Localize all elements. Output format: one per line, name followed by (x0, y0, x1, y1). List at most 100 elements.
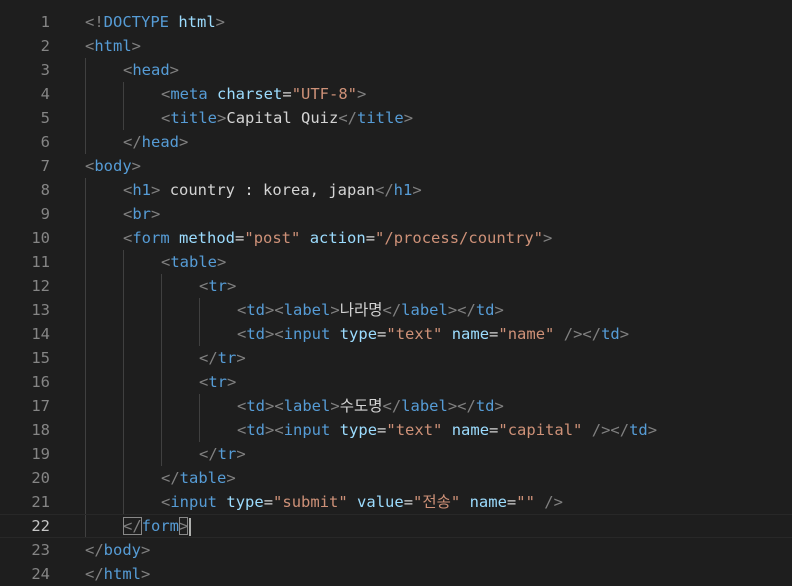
code-line[interactable]: 10 <form method="post" action="/process/c… (0, 226, 792, 250)
code-line[interactable]: 4 <meta charset="UTF-8"> (0, 82, 792, 106)
code-token: action (309, 229, 366, 247)
code-line[interactable]: 16 <tr> (0, 370, 792, 394)
code-token: </ (123, 517, 142, 535)
code-token: name (451, 421, 490, 439)
line-code[interactable]: <head> (123, 58, 179, 82)
code-token: table (170, 253, 218, 271)
line-code[interactable]: </form> (123, 515, 192, 537)
line-code[interactable]: <table> (161, 250, 226, 274)
code-token: = (403, 493, 414, 511)
code-token: </ (199, 445, 218, 463)
line-code[interactable]: </html> (85, 562, 150, 586)
code-line[interactable]: 11 <table> (0, 250, 792, 274)
code-token: label (401, 397, 448, 415)
code-line[interactable]: 6 </head> (0, 130, 792, 154)
code-token: < (123, 181, 133, 199)
code-token: br (132, 205, 152, 223)
code-token: > (179, 517, 189, 535)
line-code[interactable]: <td><label>수도명</label></td> (237, 394, 504, 418)
code-line[interactable]: 1 <!DOCTYPE html> (0, 10, 792, 34)
code-token: h1 (132, 181, 152, 199)
code-token: <! (85, 13, 104, 31)
code-line[interactable]: 20 </table> (0, 466, 792, 490)
code-token: td (475, 397, 495, 415)
line-code[interactable]: <!DOCTYPE html> (85, 10, 225, 34)
code-token: > (227, 373, 237, 391)
code-token: > (141, 541, 151, 559)
code-token: input (283, 421, 331, 439)
code-line[interactable]: 22 </form> (0, 514, 792, 538)
line-code[interactable]: </table> (161, 466, 236, 490)
code-line[interactable]: 9 <br> (0, 202, 792, 226)
code-token: label (283, 301, 331, 319)
code-token: > (141, 565, 151, 583)
code-token: "submit" (273, 493, 348, 511)
code-token: tr (217, 445, 237, 463)
code-line[interactable]: 7 <body> (0, 154, 792, 178)
code-token: "" (516, 493, 535, 511)
code-token: > (236, 445, 246, 463)
line-code[interactable]: <br> (123, 202, 160, 226)
code-line[interactable]: 5 <title>Capital Quiz</title> (0, 106, 792, 130)
line-code[interactable]: </tr> (199, 442, 246, 466)
code-line[interactable]: 12 <tr> (0, 274, 792, 298)
code-token: label (401, 301, 448, 319)
line-code[interactable]: <h1> country : korea, japan</h1> (123, 178, 422, 202)
code-line[interactable]: 3 <head> (0, 58, 792, 82)
code-token: tr (217, 349, 237, 367)
text-cursor (189, 517, 192, 536)
code-token: td (475, 301, 495, 319)
code-line[interactable]: 24 </html> (0, 562, 792, 586)
code-line[interactable]: 21 <input type="submit" value="전송" name="… (0, 490, 792, 514)
code-token: "post" (244, 229, 301, 247)
code-line[interactable]: 18 <td><input type="text" name="capital" … (0, 418, 792, 442)
line-code[interactable]: <tr> (199, 370, 236, 394)
code-token: "text" (386, 325, 443, 343)
code-token: < (85, 37, 95, 55)
line-code[interactable]: <title>Capital Quiz</title> (161, 106, 413, 130)
line-code[interactable]: <tr> (199, 274, 236, 298)
code-line[interactable]: 15 </tr> (0, 346, 792, 370)
line-code[interactable]: <input type="submit" value="전송" name="" … (161, 490, 563, 514)
code-token: > (236, 349, 246, 367)
line-code[interactable]: <td><input type="text" name="capital" />… (237, 418, 657, 442)
line-code[interactable]: </body> (85, 538, 150, 562)
code-token: Capital Quiz (226, 109, 339, 127)
code-line[interactable]: 2 <html> (0, 34, 792, 58)
code-line[interactable]: 17 <td><label>수도명</label></td> (0, 394, 792, 418)
code-token: > (226, 469, 236, 487)
code-line[interactable]: 19 </tr> (0, 442, 792, 466)
line-code[interactable]: <meta charset="UTF-8"> (161, 82, 366, 106)
line-code[interactable]: <body> (85, 154, 141, 178)
code-token: "name" (498, 325, 555, 343)
line-number: 24 (31, 565, 50, 583)
code-token: = (365, 229, 376, 247)
line-code[interactable]: <td><input type="text" name="name" /></t… (237, 322, 629, 346)
code-line[interactable]: 23 </body> (0, 538, 792, 562)
code-token: = (235, 229, 245, 247)
line-code[interactable]: </tr> (199, 346, 246, 370)
line-code[interactable]: <form method="post" action="/process/cou… (123, 226, 552, 250)
code-line[interactable]: 13 <td><label>나라명</label></td> (0, 298, 792, 322)
code-editor[interactable]: 1 <!DOCTYPE html> 2 <html> 3 <head> 4 <meta cha… (0, 0, 792, 586)
code-token: < (237, 421, 247, 439)
code-token: = (377, 325, 387, 343)
line-code[interactable]: <td><label>나라명</label></td> (237, 298, 504, 322)
code-token: > (217, 253, 227, 271)
line-code[interactable]: <html> (85, 34, 141, 58)
code-token: type (339, 421, 378, 439)
code-line[interactable]: 14 <td><input type="text" name="name" /><… (0, 322, 792, 346)
code-token: td (246, 301, 266, 319)
code-token: td (246, 325, 266, 343)
code-token: td (246, 421, 266, 439)
code-token: td (601, 325, 620, 343)
line-code[interactable]: </head> (123, 130, 188, 154)
code-line[interactable]: 8 <h1> country : korea, japan</h1> (0, 178, 792, 202)
line-number: 22 (31, 517, 50, 535)
